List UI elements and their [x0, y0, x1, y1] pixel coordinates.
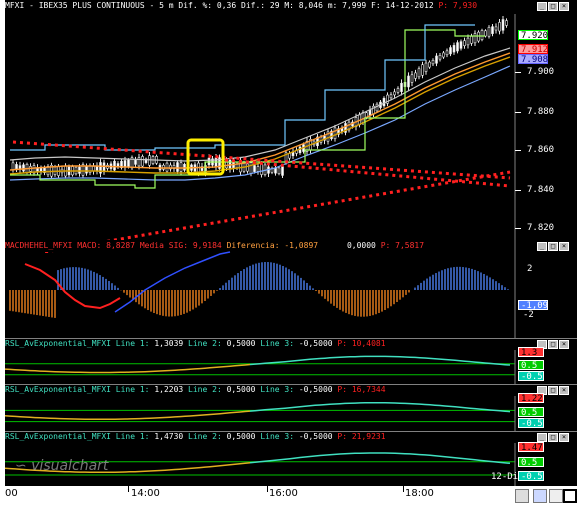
watermark-text: visualchart	[31, 458, 109, 474]
price-y-tick: 7.820	[527, 223, 555, 233]
rsl-chart[interactable]	[5, 338, 577, 384]
rsl-line-low	[5, 410, 251, 421]
macd-tick-neg2: -2	[523, 310, 534, 320]
rsl-tag-3: -0.5	[518, 417, 544, 429]
rsl-chart[interactable]	[5, 384, 577, 431]
price-panel[interactable]: MFXI - IBEX35 PLUS CONTINUOUS - 5 m Dif.…	[5, 0, 577, 253]
visualchart-watermark: ∽ visualchart	[15, 458, 108, 474]
square-tool-button[interactable]	[563, 489, 577, 503]
time-label-00: 00	[5, 488, 18, 499]
price-y-tick: 7.840	[527, 185, 555, 195]
price-chart[interactable]	[5, 0, 577, 253]
arrow-tool-button[interactable]	[549, 489, 563, 503]
rsl-tag-3: -0.5	[518, 371, 544, 382]
rsl-tag-1: 1.22	[518, 393, 544, 404]
chart-area[interactable]: MFXI - IBEX35 PLUS CONTINUOUS - 5 m Dif.…	[5, 0, 577, 486]
price-last-tag: 7.908	[518, 54, 548, 65]
candlesticks	[11, 16, 508, 179]
settings-tool-button[interactable]	[515, 489, 529, 503]
visual-chart-window: MFXI - IBEX35 PLUS CONTINUOUS - 5 m Dif.…	[0, 0, 583, 508]
rsl-tag-2: 0.5	[518, 360, 544, 371]
time-label-1800: 18:00	[405, 488, 434, 499]
date-label: 12-Di	[491, 472, 519, 482]
macd-histogram	[9, 262, 509, 318]
rsl-tag-2: 0.5	[518, 457, 544, 468]
rsl-line-low	[5, 363, 251, 374]
rsl-panel-1[interactable]: RSL_AvExponential_MFXI Line 1: 1,3039 Li…	[5, 338, 577, 384]
macd-panel[interactable]: MACDHEHEL_MFXI MACD: 8,8287 Media SIG: 9…	[5, 240, 577, 338]
rsl-tag-3: -0.5	[518, 470, 544, 482]
rsl-panel-2[interactable]: RSL_AvExponential_MFXI Line 1: 1,2203 Li…	[5, 384, 577, 431]
price-last-tag: 7.920	[518, 30, 548, 41]
macd-last-tag: -1,09	[518, 300, 548, 311]
macd-tick-2: 2	[527, 264, 533, 274]
watermark-icon: ∽	[15, 458, 32, 474]
ma-light	[9, 47, 511, 162]
ma-orange	[9, 52, 511, 171]
price-last-tag: 7.912	[518, 44, 548, 55]
save-tool-button[interactable]	[533, 489, 547, 503]
price-y-tick: 7.860	[527, 145, 555, 155]
ma-gold	[9, 56, 511, 175]
rsl-tag-1: 1.47	[518, 442, 544, 453]
time-label-1600: 16:00	[269, 488, 298, 499]
price-y-tick: 7.880	[527, 107, 555, 117]
price-y-tick: 7.900	[527, 67, 555, 77]
time-label-1400: 14:00	[131, 488, 160, 499]
macd-chart[interactable]	[5, 240, 577, 338]
rsl-tag-1: 1.3	[518, 347, 544, 358]
time-axis-bar: 00 14:00 16:00 18:00	[5, 486, 577, 508]
rsl-tag-2: 0.5	[518, 406, 544, 418]
